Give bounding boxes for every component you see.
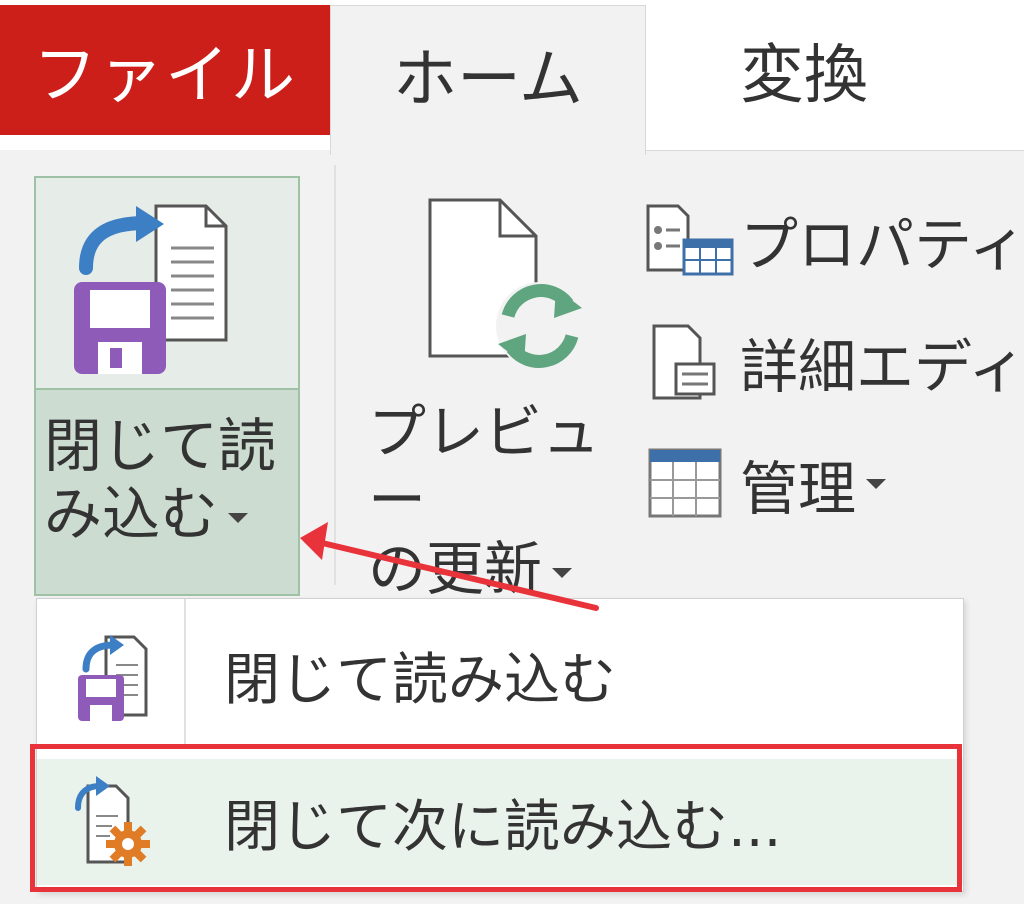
annotation-highlight-box bbox=[30, 744, 962, 892]
advanced-editor-button[interactable]: 詳細エディ bbox=[640, 322, 1024, 402]
properties-button[interactable]: プロパティ bbox=[640, 200, 1024, 280]
manage-button[interactable]: 管理 bbox=[640, 444, 887, 524]
chevron-down-icon bbox=[552, 567, 573, 578]
chevron-down-icon bbox=[228, 513, 249, 524]
refresh-preview-icon bbox=[428, 198, 584, 370]
refresh-preview-label: プレビュー の更新 bbox=[368, 398, 601, 603]
group-separator bbox=[334, 165, 336, 585]
table-grid-icon bbox=[648, 448, 722, 518]
ribbon-tab-bar: ファイル ホーム 変換 bbox=[0, 0, 1024, 155]
ribbon-divider bbox=[646, 150, 1024, 151]
close-and-load-button[interactable]: 閉じて読 み込む bbox=[34, 176, 300, 596]
advanced-editor-icon bbox=[652, 324, 716, 400]
chevron-down-icon bbox=[866, 479, 887, 489]
close-and-load-icon bbox=[77, 635, 147, 721]
close-and-load-main[interactable] bbox=[36, 178, 298, 388]
tab-transform[interactable]: 変換 bbox=[646, 5, 962, 135]
close-and-load-dropdown-toggle[interactable]: 閉じて読 み込む bbox=[36, 388, 298, 594]
tab-file[interactable]: ファイル bbox=[0, 5, 330, 135]
menu-item-close-and-load[interactable]: 閉じて読み込む bbox=[37, 619, 963, 731]
refresh-preview-button[interactable]: プレビュー の更新 bbox=[350, 176, 630, 603]
close-and-load-icon bbox=[74, 204, 228, 374]
tab-home[interactable]: ホーム bbox=[330, 5, 646, 155]
close-and-load-label: 閉じて読 み込む bbox=[44, 412, 277, 549]
properties-icon bbox=[646, 204, 734, 276]
